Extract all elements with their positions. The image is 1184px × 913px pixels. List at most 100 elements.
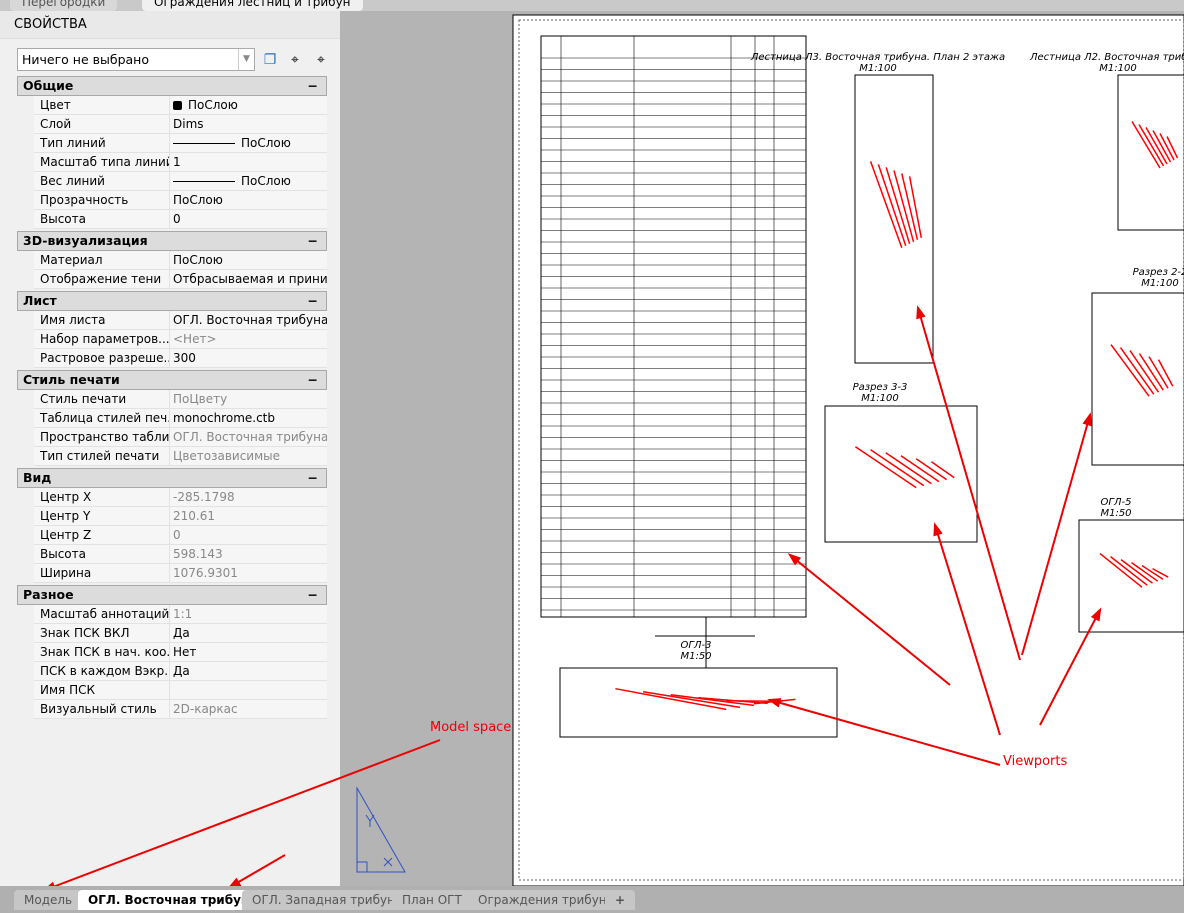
collapse-icon[interactable]: − (308, 292, 318, 310)
property-row[interactable]: Визуальный стиль 2D-каркас (34, 700, 327, 719)
property-label: Тип стилей печати (34, 447, 170, 465)
property-value[interactable]: <Нет> (170, 330, 327, 348)
collapse-icon[interactable]: − (308, 586, 318, 604)
tab-model[interactable]: Модель (14, 890, 83, 910)
selection-dropdown[interactable]: Ничего не выбрано ▼ (17, 48, 255, 71)
property-value[interactable]: ПоСлою (170, 134, 327, 152)
property-row[interactable]: Центр Y 210.61 (34, 507, 327, 526)
property-row[interactable]: Таблица стилей печ... monochrome.ctb (34, 409, 327, 428)
collapse-icon[interactable]: − (308, 77, 318, 95)
red-arrow (1021, 414, 1091, 656)
property-value[interactable]: 1 (170, 153, 327, 171)
property-row[interactable]: Центр X -285.1798 (34, 488, 327, 507)
property-label: Центр Y (34, 507, 170, 525)
property-value[interactable]: -285.1798 (170, 488, 327, 506)
property-row[interactable]: Знак ПСК ВКЛ Да (34, 624, 327, 643)
property-label: ПСК в каждом Вэкр... (34, 662, 170, 680)
property-value[interactable]: Нет (170, 643, 327, 661)
model-space-annotation: Model space (430, 720, 512, 735)
property-row[interactable]: Масштаб аннотаций 1:1 (34, 605, 327, 624)
property-value[interactable]: monochrome.ctb (170, 409, 327, 427)
property-row[interactable]: Центр Z0 (34, 526, 327, 545)
tab-ogl-west[interactable]: ОГЛ. Западная трибуна (242, 890, 413, 910)
railing-line (1120, 558, 1153, 584)
property-value[interactable]: Да (170, 662, 327, 680)
property-row[interactable]: Знак ПСК в нач. коо... Нет (34, 643, 327, 662)
chevron-down-icon[interactable]: ▼ (238, 49, 254, 70)
linetype-sample (173, 181, 235, 182)
property-row[interactable]: Имя листа ОГЛ. Восточная трибуна (34, 311, 327, 330)
tab-plan-ogt[interactable]: План ОГТ (392, 890, 472, 910)
property-row[interactable]: Тип стилей печати Цветозависимые (34, 447, 327, 466)
property-row[interactable]: Вес линий ПоСлою (34, 172, 327, 191)
viewports: Лестница Л3. Восточная трибуна. План 2 э… (559, 51, 1184, 738)
property-value[interactable]: ОГЛ. Восточная трибуна (170, 428, 327, 446)
viewport-scale: М1:50 (680, 651, 711, 662)
property-row[interactable]: Масштаб типа линий 1 (34, 153, 327, 172)
property-value[interactable] (170, 681, 327, 699)
doc-tab-active[interactable]: Ограждения лестниц и трибун (142, 0, 363, 11)
property-value[interactable]: ПоЦвету (170, 390, 327, 408)
collapse-icon[interactable]: − (308, 371, 318, 389)
property-value-text: 210.61 (173, 509, 215, 523)
property-value[interactable]: 598.143 (170, 545, 327, 563)
property-row[interactable]: Тип линий ПоСлою (34, 134, 327, 153)
property-value[interactable]: 2D-каркас (170, 700, 327, 718)
property-value[interactable]: ОГЛ. Восточная трибуна (170, 311, 327, 329)
property-value[interactable]: ПоСлою (170, 172, 327, 190)
property-row[interactable]: Цвет ПоСлою (34, 96, 327, 115)
section-header[interactable]: 3D-визуализация − (17, 231, 327, 251)
tab-railings[interactable]: Ограждения трибун (468, 890, 617, 910)
railing-line (869, 161, 903, 249)
property-value-text: Отбрасываемая и прини... (173, 272, 327, 286)
section-header[interactable]: Вид − (17, 468, 327, 488)
section-header[interactable]: Стиль печати − (17, 370, 327, 390)
quick-select-icon[interactable]: ❐ (260, 50, 280, 70)
property-row[interactable]: Стиль печати ПоЦвету (34, 390, 327, 409)
property-value[interactable]: 1076.9301 (170, 564, 327, 582)
tab-ogl-east[interactable]: ОГЛ. Восточная трибуна (78, 890, 268, 910)
toggle-pickadd-icon[interactable]: ⌖ (311, 50, 331, 70)
property-value[interactable]: Цветозависимые (170, 447, 327, 465)
property-row[interactable]: Имя ПСК (34, 681, 327, 700)
viewport (559, 667, 838, 738)
collapse-icon[interactable]: − (308, 232, 318, 250)
property-row[interactable]: Пространство табли... ОГЛ. Восточная триб… (34, 428, 327, 447)
collapse-icon[interactable]: − (308, 469, 318, 487)
section-header[interactable]: Общие − (17, 76, 327, 96)
property-value[interactable]: 0 (170, 210, 327, 228)
property-row[interactable]: Отображение тени Отбрасываемая и прини... (34, 270, 327, 289)
property-value-text: -285.1798 (173, 490, 235, 504)
paper-sheet (512, 14, 1184, 887)
property-row[interactable]: ПСК в каждом Вэкр... Да (34, 662, 327, 681)
pick-objects-icon[interactable]: ⌖ (285, 50, 305, 70)
property-value[interactable]: 210.61 (170, 507, 327, 525)
property-row[interactable]: Растровое разреше... 300 (34, 349, 327, 368)
property-row[interactable]: Ширина 1076.9301 (34, 564, 327, 583)
property-row[interactable]: Материал ПоСлою (34, 251, 327, 270)
property-label: Таблица стилей печ... (34, 409, 170, 427)
property-row[interactable]: Высота 598.143 (34, 545, 327, 564)
property-value[interactable]: Отбрасываемая и прини... (170, 270, 327, 288)
property-row[interactable]: Высота 0 (34, 210, 327, 229)
railing-line (1166, 136, 1179, 159)
railing-line (1119, 347, 1155, 395)
property-row[interactable]: Набор параметров... <Нет> (34, 330, 327, 349)
property-value[interactable]: ПоСлою (170, 191, 327, 209)
property-value[interactable]: 300 (170, 349, 327, 367)
property-value[interactable]: 1:1 (170, 605, 327, 623)
property-row[interactable]: Слой Dims (34, 115, 327, 134)
property-value[interactable]: ПоСлою (170, 96, 327, 114)
section-header[interactable]: Лист − (17, 291, 327, 311)
add-layout-button[interactable]: + (605, 890, 636, 910)
viewport-title: Разрез 3-3 (853, 382, 908, 393)
section-header[interactable]: Разное − (17, 585, 327, 605)
property-row[interactable]: Прозрачность ПоСлою (34, 191, 327, 210)
property-label: Материал (34, 251, 170, 269)
property-label: Набор параметров... (34, 330, 170, 348)
property-value[interactable]: 0 (170, 526, 327, 544)
doc-tab[interactable]: Перегородки (10, 0, 118, 11)
property-value[interactable]: Да (170, 624, 327, 642)
property-value[interactable]: ПоСлою (170, 251, 327, 269)
property-value[interactable]: Dims (170, 115, 327, 133)
